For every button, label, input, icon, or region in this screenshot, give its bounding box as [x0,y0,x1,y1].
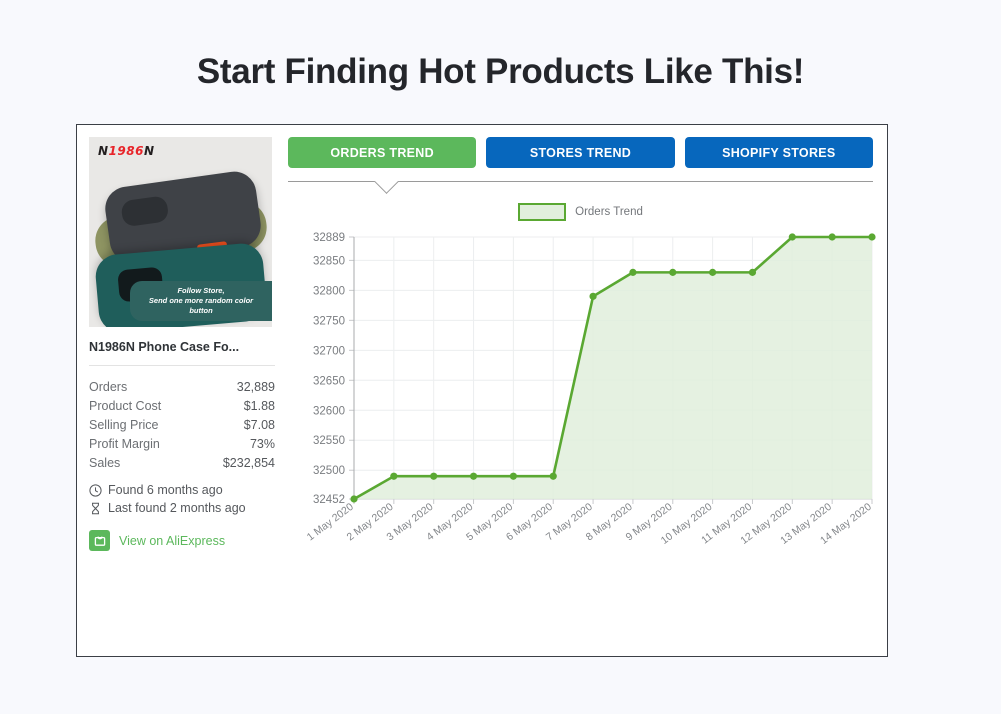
y-axis-tick: 32452 [313,494,345,506]
y-axis-tick: 32889 [313,232,345,244]
product-title[interactable]: N1986N Phone Case Fo... [89,340,275,354]
y-axis-tick: 32550 [313,435,345,447]
chart-data-point[interactable] [709,268,717,276]
metric-value-orders: 32,889 [236,379,275,394]
trend-panel: ORDERS TREND STORES TREND SHOPIFY STORES… [286,137,876,644]
product-summary-panel: N1986N Follow Store, Send one more rando… [89,137,275,551]
y-axis-tick: 32800 [313,285,345,297]
chart-data-point[interactable] [469,472,478,480]
chart-data-point[interactable] [350,495,358,503]
chart-data-point[interactable] [549,472,557,480]
tab-active-notch-icon [374,181,400,194]
y-axis-tick: 32600 [313,405,345,417]
view-on-aliexpress-label: View on AliExpress [119,533,226,548]
tab-underline [286,181,875,195]
metric-label-profit-margin: Profit Margin [89,436,160,451]
metric-label-selling-price: Selling Price [89,417,159,432]
chart-data-point[interactable] [509,472,517,480]
chart-data-point[interactable] [788,233,796,241]
product-image[interactable]: N1986N Follow Store, Send one more rando… [89,137,272,327]
tab-orders-trend[interactable]: ORDERS TREND [288,137,477,168]
chart-data-point[interactable] [748,268,757,276]
metric-value-product-cost: $1.88 [243,398,275,413]
photo-caption: Follow Store, Send one more random color… [130,280,272,321]
chart-data-point[interactable] [828,233,836,241]
photo-caption-line-1: Follow Store, [177,285,225,295]
chart-data-point[interactable] [390,472,398,480]
metric-value-sales: $232,854 [222,455,275,470]
y-axis-tick: 32500 [313,465,345,477]
camera-lens-icon [120,195,170,228]
shopping-bag-icon [89,530,110,551]
y-axis-tick: 32700 [313,345,345,357]
tab-shopify-stores[interactable]: SHOPIFY STORES [684,137,873,168]
metric-label-sales: Sales [89,455,121,470]
table-row: Profit Margin 73% [89,434,275,453]
table-row: Orders 32,889 [89,377,275,396]
found-date-label: Found 6 months ago [108,483,223,497]
metric-label-orders: Orders [89,379,128,394]
page-title: Start Finding Hot Products Like This! [196,52,805,91]
y-axis-tick: 32650 [313,375,345,387]
orders-trend-chart: Orders Trend 32452 32500 32550 32600 32650 32… [286,197,876,597]
photo-caption-line-2: Send one more random color button [148,295,254,315]
chart-data-point[interactable] [669,268,677,276]
tab-stores-trend[interactable]: STORES TREND [486,137,675,168]
y-axis-tick: 32750 [313,315,345,327]
chart-data-point[interactable] [589,292,597,300]
tab-bar: ORDERS TREND STORES TREND SHOPIFY STORES [286,137,875,168]
last-found-date-row: Last found 2 months ago [89,501,275,515]
metric-value-profit-margin: 73% [249,436,275,451]
product-metrics-table: Orders 32,889 Product Cost $1.88 Selling… [89,377,275,472]
chart-canvas: 32452 32500 32550 32600 32650 32700 32750 32800… [305,232,876,547]
metric-value-selling-price: $7.08 [243,417,275,432]
chart-data-point[interactable] [868,233,876,241]
divider [89,365,275,366]
hourglass-icon [92,502,99,514]
table-row: Product Cost $1.88 [89,396,275,415]
view-on-aliexpress-link[interactable]: View on AliExpress [89,530,275,551]
chart-data-point[interactable] [629,268,637,276]
clock-icon [89,483,102,497]
metric-label-product-cost: Product Cost [89,398,162,413]
chart-area-fill [354,237,872,499]
last-found-date-label: Last found 2 months ago [108,501,246,515]
brand-logo: N1986N [98,144,155,158]
table-row: Selling Price $7.08 [89,415,275,434]
found-date-row: Found 6 months ago [89,483,275,497]
chart-data-point[interactable] [430,472,438,480]
y-axis-tick: 32850 [313,255,345,267]
product-card: N1986N Follow Store, Send one more rando… [76,124,888,657]
table-row: Sales $232,854 [89,453,275,472]
